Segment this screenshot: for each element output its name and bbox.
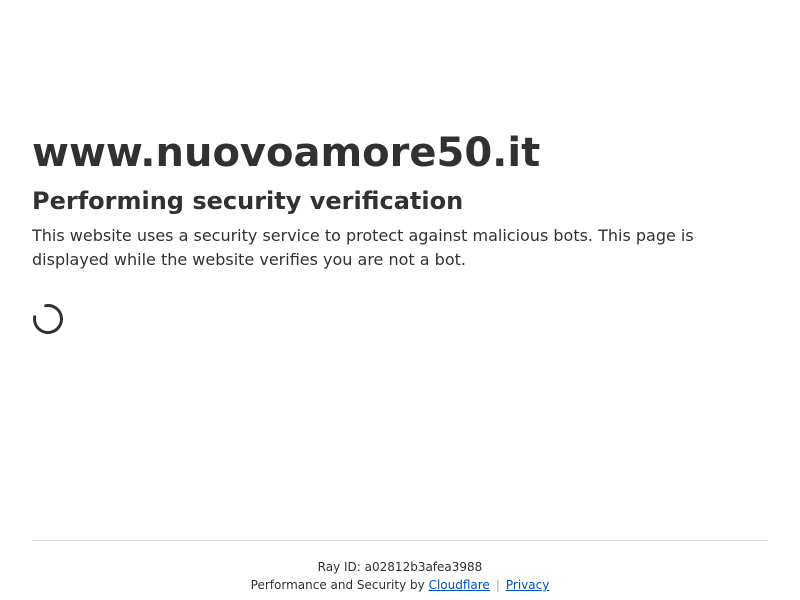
loading-spinner-icon (32, 303, 64, 335)
cloudflare-link[interactable]: Cloudflare (429, 578, 490, 592)
footer: Ray ID: a02812b3afea3988 Performance and… (32, 540, 768, 593)
main-content: www.nuovoamore50.it Performing security … (32, 128, 768, 272)
site-domain-title: www.nuovoamore50.it (32, 130, 541, 176)
ray-id-value: a02812b3afea3988 (364, 560, 483, 574)
privacy-link[interactable]: Privacy (506, 578, 549, 592)
ray-id-label: Ray ID: (317, 560, 361, 574)
footer-separator: | (495, 578, 500, 592)
verification-heading: Performing security verification (32, 187, 464, 215)
ray-id-line: Ray ID: a02812b3afea3988 (32, 559, 768, 575)
verification-description: This website uses a security service to … (32, 226, 694, 269)
performance-text: Performance and Security by (250, 578, 425, 592)
performance-line: Performance and Security by Cloudflare | P… (32, 577, 768, 593)
